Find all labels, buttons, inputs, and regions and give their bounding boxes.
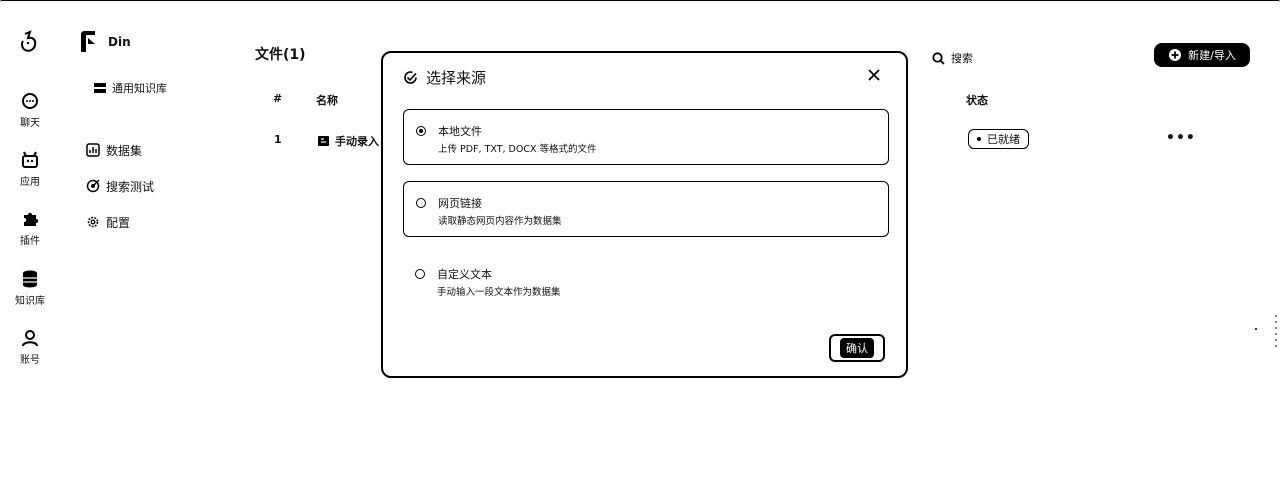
- window-top-edge: [0, 0, 1280, 4]
- gear-icon: [87, 216, 99, 228]
- search-box[interactable]: 搜索: [932, 50, 973, 66]
- select-source-modal: 选择来源 本地文件 上传 PDF, TXT, DOCX 等格式的文件 网页链接 …: [381, 51, 908, 378]
- new-import-button[interactable]: 新建/导入: [1154, 43, 1250, 67]
- kb-nav-dataset[interactable]: 数据集: [86, 132, 154, 168]
- rail-label-chat: 聊天: [20, 118, 40, 129]
- column-header-name: 名称: [316, 94, 338, 107]
- status-dot: [977, 137, 981, 141]
- row-name-label: 手动录入: [335, 135, 379, 148]
- rail-label-account: 账号: [20, 355, 40, 366]
- option-web-link-title: 网页链接: [438, 197, 482, 210]
- option-custom-text-desc: 手动输入一段文本作为数据集: [437, 287, 561, 298]
- user-icon: [22, 330, 38, 347]
- option-custom-text-title: 自定义文本: [437, 268, 492, 281]
- file-icon: [318, 136, 329, 146]
- rail-item-chat[interactable]: 聊天: [0, 92, 60, 129]
- row-index: 1: [274, 133, 282, 146]
- kb-header: Din: [78, 30, 238, 54]
- files-title: 文件(1): [255, 47, 306, 63]
- option-local-file-title: 本地文件: [438, 125, 482, 138]
- new-import-label: 新建/导入: [1188, 49, 1236, 62]
- kb-nav-config[interactable]: 配置: [86, 204, 154, 240]
- rail-label-knowledge: 知识库: [15, 296, 45, 307]
- app-logo-icon: [20, 30, 37, 52]
- radio-local-file[interactable]: [416, 126, 426, 136]
- radio-web-link[interactable]: [416, 198, 426, 208]
- source-option-local-file[interactable]: 本地文件 上传 PDF, TXT, DOCX 等格式的文件: [403, 109, 889, 165]
- edge-artifact-icon: [1255, 315, 1277, 349]
- kb-nav-dataset-label: 数据集: [106, 143, 143, 158]
- rail-item-account[interactable]: 账号: [0, 329, 60, 366]
- app-rail: 聊天 应用 插件 知识库 账号: [0, 0, 60, 494]
- rail-item-plugins[interactable]: 插件: [0, 210, 60, 247]
- close-icon[interactable]: [866, 67, 882, 83]
- rail-label-apps: 应用: [20, 177, 40, 188]
- database-icon: [23, 270, 37, 288]
- dataset-icon: [86, 143, 100, 157]
- search-label: 搜索: [951, 52, 973, 65]
- add-icon: [1169, 49, 1182, 61]
- row-more-button[interactable]: •••: [1166, 130, 1196, 146]
- kb-type: 通用知识库: [94, 80, 167, 96]
- column-header-index: #: [273, 92, 283, 105]
- confirm-button[interactable]: 确认: [829, 334, 885, 362]
- kb-type-label: 通用知识库: [112, 82, 167, 95]
- confirm-label: 确认: [840, 338, 874, 358]
- column-header-status: 状态: [966, 94, 988, 107]
- kb-nav-search-test-label: 搜索测试: [106, 179, 155, 194]
- search-icon: [932, 51, 945, 65]
- modal-header: 选择来源: [403, 67, 486, 88]
- source-option-custom-text[interactable]: 自定义文本 手动输入一段文本作为数据集: [403, 253, 889, 309]
- knowledge-sidebar: Din 通用知识库 数据集 搜索测试 配置: [78, 30, 238, 230]
- radio-custom-text[interactable]: [415, 269, 425, 279]
- rail-item-apps[interactable]: 应用: [0, 151, 60, 188]
- robot-icon: [22, 151, 38, 168]
- kb-nav: 数据集 搜索测试 配置: [86, 132, 154, 240]
- source-option-web-link[interactable]: 网页链接 读取静态网页内容作为数据集: [403, 181, 889, 237]
- kb-type-icon: [94, 83, 106, 93]
- rail-label-plugins: 插件: [20, 236, 40, 247]
- kb-nav-search-test[interactable]: 搜索测试: [86, 168, 154, 204]
- modal-title: 选择来源: [426, 69, 487, 87]
- kb-avatar-icon: [81, 31, 95, 52]
- chat-icon: [22, 93, 38, 109]
- puzzle-icon: [24, 212, 39, 226]
- search-test-icon: [86, 179, 100, 193]
- status-badge: 已就绪: [968, 129, 1029, 149]
- rail-item-knowledge[interactable]: 知识库: [0, 270, 60, 307]
- table-row-name[interactable]: 手动录入: [318, 133, 379, 149]
- option-local-file-desc: 上传 PDF, TXT, DOCX 等格式的文件: [438, 144, 597, 155]
- status-label: 已就绪: [987, 133, 1020, 146]
- option-web-link-desc: 读取静态网页内容作为数据集: [438, 216, 562, 227]
- check-circle-icon: [404, 71, 417, 84]
- kb-nav-config-label: 配置: [106, 215, 131, 230]
- kb-name: Din: [108, 35, 131, 49]
